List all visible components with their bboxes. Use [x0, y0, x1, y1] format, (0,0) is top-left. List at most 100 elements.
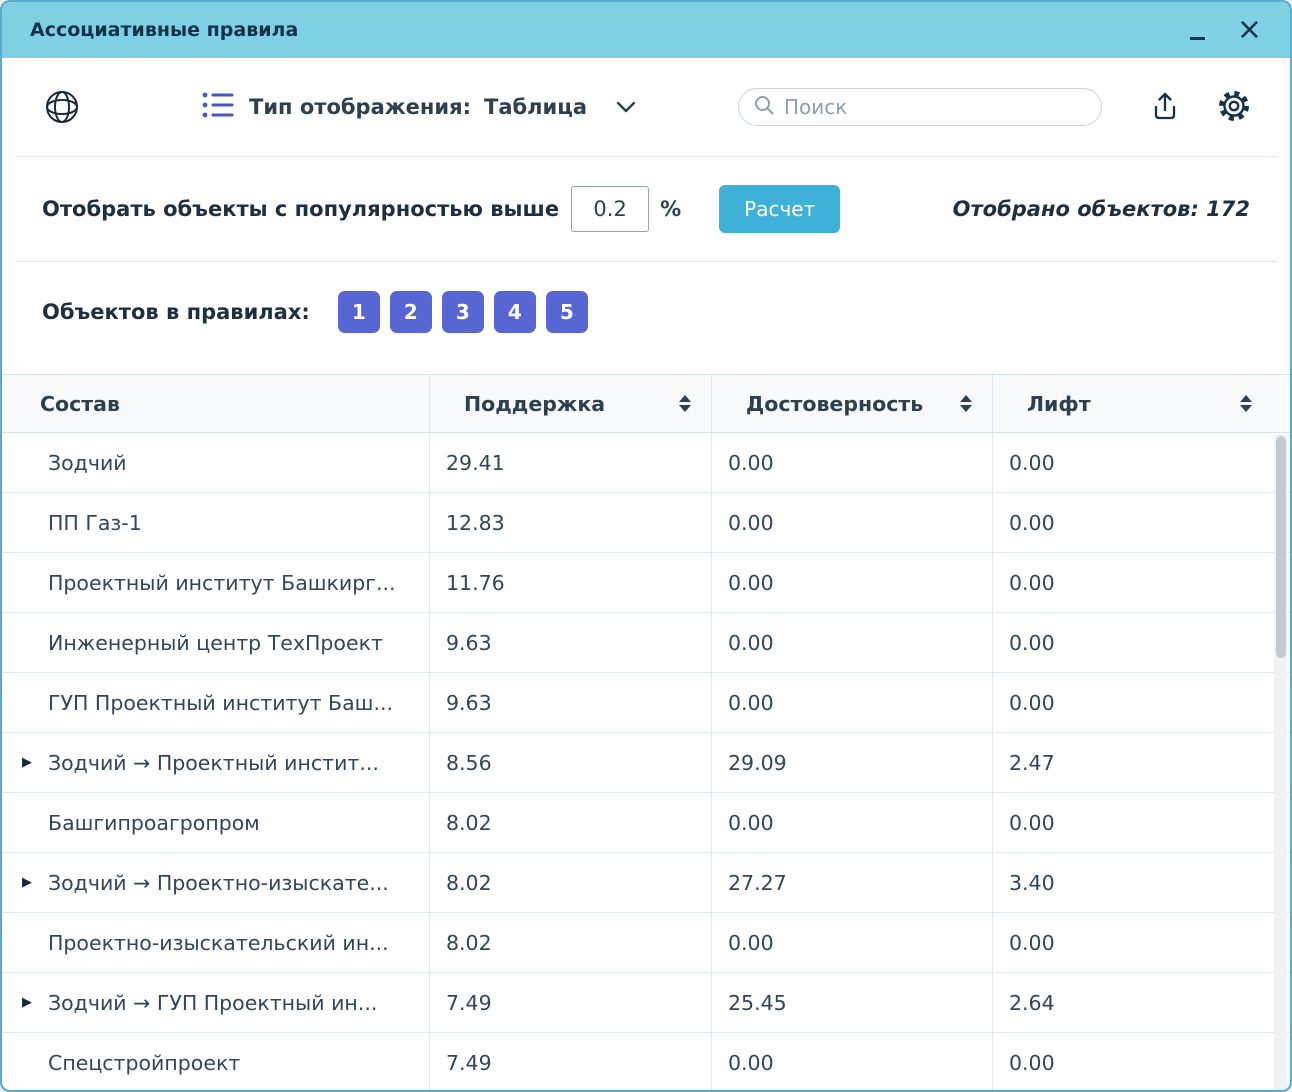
sort-icon[interactable]: [1240, 395, 1252, 412]
chevron-down-icon: [616, 101, 636, 113]
rule-count-button-4[interactable]: 4: [494, 291, 536, 333]
column-label: Поддержка: [464, 392, 605, 416]
column-label: Состав: [40, 392, 120, 416]
expand-icon[interactable]: ▶: [22, 875, 40, 890]
cell-support: 9.63: [430, 673, 712, 732]
minimize-button[interactable]: [1189, 17, 1207, 43]
table-header: Состав Поддержка Достоверность Лифт: [2, 375, 1290, 433]
cell-confidence: 25.45: [712, 973, 993, 1032]
cell-name-text: Проектный институт Башкирг...: [48, 571, 396, 595]
cell-name-text: Зодчий → Проектно-изыскате...: [48, 871, 389, 895]
cell-composition: ▶ Зодчий → Проектный инстит...: [2, 733, 430, 792]
cell-confidence: 0.00: [712, 1033, 993, 1092]
cell-composition: ▶ Башгипроагропром: [2, 793, 430, 852]
cell-lift: 2.47: [993, 733, 1290, 792]
table-row[interactable]: ▶ Проектно-изыскательский ин... 8.02 0.0…: [2, 913, 1290, 973]
calculate-button[interactable]: Расчет: [719, 185, 840, 233]
table-row[interactable]: ▶ Инженерный центр ТехПроект 9.63 0.00 0…: [2, 613, 1290, 673]
minimize-icon: [1190, 37, 1205, 40]
column-header-composition[interactable]: Состав: [2, 375, 430, 432]
cell-lift: 0.00: [993, 793, 1290, 852]
cell-support: 29.41: [430, 433, 712, 492]
cell-lift: 2.64: [993, 973, 1290, 1032]
window-controls: ×: [1189, 15, 1262, 45]
table-body: ▶ Зодчий 29.41 0.00 0.00 ▶ ПП Газ-1 12.8…: [2, 433, 1290, 1092]
cell-name-text: Зодчий: [48, 451, 127, 475]
expand-icon[interactable]: ▶: [22, 755, 40, 770]
search-box: [738, 88, 1102, 126]
cell-lift: 0.00: [993, 433, 1290, 492]
cell-name-text: ГУП Проектный институт Баш...: [48, 691, 393, 715]
cell-support: 7.49: [430, 973, 712, 1032]
display-type-value: Таблица: [484, 95, 587, 119]
cell-confidence: 0.00: [712, 913, 993, 972]
gear-icon: [1216, 88, 1252, 127]
column-label: Лифт: [1027, 392, 1091, 416]
titlebar: Ассоциативные правила ×: [2, 2, 1290, 58]
scrollbar-thumb[interactable]: [1276, 436, 1286, 658]
expand-icon[interactable]: ▶: [22, 995, 40, 1010]
cell-name-text: Зодчий → Проектный инстит...: [48, 751, 379, 775]
sort-icon[interactable]: [679, 395, 691, 412]
sort-icon[interactable]: [960, 395, 972, 412]
window-title: Ассоциативные правила: [30, 19, 298, 41]
cell-name-text: Проектно-изыскательский ин...: [48, 931, 389, 955]
close-button[interactable]: ×: [1237, 15, 1262, 45]
table-row[interactable]: ▶ Зодчий → Проектный инстит... 8.56 29.0…: [2, 733, 1290, 793]
cell-confidence: 29.09: [712, 733, 993, 792]
rule-count-button-1[interactable]: 1: [338, 291, 380, 333]
column-header-confidence[interactable]: Достоверность: [712, 375, 993, 432]
cell-lift: 0.00: [993, 673, 1290, 732]
cell-confidence: 0.00: [712, 673, 993, 732]
cell-composition: ▶ ГУП Проектный институт Баш...: [2, 673, 430, 732]
cell-support: 12.83: [430, 493, 712, 552]
table-row[interactable]: ▶ Проектный институт Башкирг... 11.76 0.…: [2, 553, 1290, 613]
cell-composition: ▶ Спецстройпроект: [2, 1033, 430, 1092]
cell-confidence: 0.00: [712, 613, 993, 672]
cell-support: 8.02: [430, 793, 712, 852]
cell-composition: ▶ Проектный институт Башкирг...: [2, 553, 430, 612]
globe-icon: [42, 87, 82, 127]
popularity-filter-label: Отобрать объекты с популярностью выше: [42, 197, 559, 221]
cell-support: 7.49: [430, 1033, 712, 1092]
cell-name-text: ПП Газ-1: [48, 511, 142, 535]
table-row[interactable]: ▶ Башгипроагропром 8.02 0.00 0.00: [2, 793, 1290, 853]
table-row[interactable]: ▶ ПП Газ-1 12.83 0.00 0.00: [2, 493, 1290, 553]
rule-count-button-3[interactable]: 3: [442, 291, 484, 333]
table-row[interactable]: ▶ Зодчий → Проектно-изыскате... 8.02 27.…: [2, 853, 1290, 913]
upload-icon: [1150, 90, 1180, 125]
table-row[interactable]: ▶ Зодчий 29.41 0.00 0.00: [2, 433, 1290, 493]
column-header-support[interactable]: Поддержка: [430, 375, 712, 432]
cell-lift: 0.00: [993, 613, 1290, 672]
cell-name-text: Инженерный центр ТехПроект: [48, 631, 383, 655]
cell-name-text: Зодчий → ГУП Проектный ин...: [48, 991, 377, 1015]
cell-support: 9.63: [430, 613, 712, 672]
cell-confidence: 0.00: [712, 493, 993, 552]
rule-count-button-5[interactable]: 5: [546, 291, 588, 333]
table-row[interactable]: ▶ Спецстройпроект 7.49 0.00 0.00: [2, 1033, 1290, 1092]
cell-confidence: 0.00: [712, 433, 993, 492]
settings-button[interactable]: [1216, 88, 1252, 127]
display-type-dropdown[interactable]: Тип отображения: Таблица: [200, 89, 636, 126]
display-type-label: Тип отображения:: [249, 95, 471, 119]
selected-objects-info: Отобрано объектов: 172: [953, 197, 1250, 221]
scrollbar[interactable]: [1274, 434, 1287, 1092]
cell-support: 8.02: [430, 913, 712, 972]
cell-name-text: Спецстройпроект: [48, 1051, 240, 1075]
toolbar: Тип отображения: Таблица: [2, 58, 1290, 156]
popularity-input[interactable]: [571, 186, 649, 232]
cell-composition: ▶ ПП Газ-1: [2, 493, 430, 552]
column-header-lift[interactable]: Лифт: [993, 375, 1290, 432]
filter-row: Отобрать объекты с популярностью выше % …: [2, 157, 1290, 261]
cell-composition: ▶ Зодчий → Проектно-изыскате...: [2, 853, 430, 912]
table-row[interactable]: ▶ ГУП Проектный институт Баш... 9.63 0.0…: [2, 673, 1290, 733]
search-icon: [753, 94, 775, 120]
rules-table: Состав Поддержка Достоверность Лифт ▶ Зо…: [2, 374, 1290, 1092]
rules-row: Объектов в правилах: 1 2 3 4 5: [2, 262, 1290, 362]
cell-confidence: 0.00: [712, 553, 993, 612]
search-input[interactable]: [784, 95, 1087, 119]
table-row[interactable]: ▶ Зодчий → ГУП Проектный ин... 7.49 25.4…: [2, 973, 1290, 1033]
rule-count-button-2[interactable]: 2: [390, 291, 432, 333]
cell-composition: ▶ Инженерный центр ТехПроект: [2, 613, 430, 672]
export-button[interactable]: [1150, 90, 1180, 125]
